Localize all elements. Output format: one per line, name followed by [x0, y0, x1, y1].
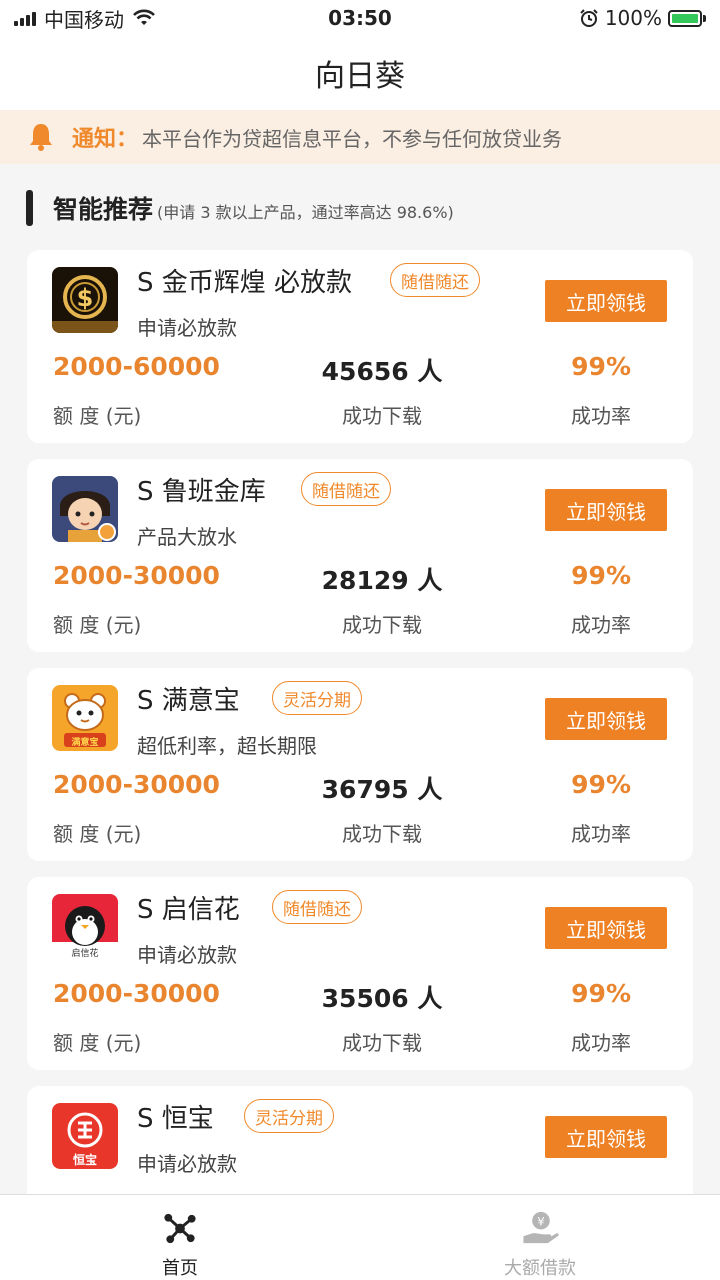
product-name: S 满意宝: [137, 686, 240, 716]
hengbao-logo-icon: 恒宝: [52, 1103, 118, 1169]
amount-range: 2000-30000: [53, 561, 220, 590]
notice-label: 通知：: [72, 127, 139, 152]
tab-bar: 首页 ¥ 大额借款: [0, 1194, 720, 1280]
rate-label: 成功率: [571, 822, 631, 846]
product-desc: 申请必放款: [137, 943, 237, 967]
get-money-button[interactable]: 立即领钱: [545, 280, 667, 322]
get-money-button[interactable]: 立即领钱: [545, 1116, 667, 1158]
svg-text:$: $: [77, 284, 94, 312]
get-money-button[interactable]: 立即领钱: [545, 907, 667, 949]
download-count: 45656 人: [321, 357, 443, 386]
battery-percent: 100%: [604, 6, 662, 30]
gold-coin-icon: $: [52, 267, 118, 333]
product-desc: 申请必放款: [137, 1152, 237, 1176]
amount-range: 2000-30000: [53, 979, 220, 1008]
penguin-icon: 启信花: [52, 894, 118, 960]
product-name: S 恒宝: [137, 1104, 214, 1134]
tab-home-label: 首页: [162, 1258, 198, 1279]
downloads-label: 成功下载: [342, 613, 422, 637]
luban-character-icon: [52, 476, 118, 542]
amount-label: 额 度 (元): [53, 822, 142, 846]
notice-text: 本平台作为贷超信息平台，不参与任何放贷业务: [142, 126, 563, 151]
tab-home[interactable]: 首页: [0, 1195, 360, 1280]
wifi-icon: [133, 9, 155, 25]
tiger-mascot-icon: 满意宝: [52, 685, 118, 751]
product-tag: 灵活分期: [272, 681, 362, 715]
product-desc: 产品大放水: [137, 525, 237, 549]
notice-banner: 通知： 本平台作为贷超信息平台，不参与任何放贷业务: [0, 110, 720, 164]
section-bar: [26, 190, 33, 226]
logo-text: 恒宝: [72, 1153, 97, 1167]
amount-label: 额 度 (元): [53, 404, 142, 428]
product-tag: 随借随还: [301, 472, 391, 506]
amount-label: 额 度 (元): [53, 1031, 142, 1055]
amount-range: 2000-30000: [53, 770, 220, 799]
rate-label: 成功率: [571, 1031, 631, 1055]
battery-icon: [668, 9, 706, 27]
product-name: S 金币辉煌 必放款: [137, 268, 353, 298]
product-name: S 启信花: [137, 895, 240, 925]
product-desc: 超低利率，超长期限: [137, 734, 317, 758]
get-money-button[interactable]: 立即领钱: [545, 698, 667, 740]
section-title: 智能推荐: [53, 195, 154, 224]
product-card[interactable]: $ S 金币辉煌 必放款 随借随还 申请必放款 立即领钱 2000-60000 …: [27, 250, 693, 443]
product-desc: 申请必放款: [137, 316, 237, 340]
success-rate: 99%: [571, 561, 631, 590]
amount-label: 额 度 (元): [53, 613, 142, 637]
svg-text:¥: ¥: [537, 1215, 544, 1229]
cell-signal-icon: [14, 10, 36, 26]
downloads-label: 成功下载: [342, 404, 422, 428]
download-count: 28129 人: [321, 566, 443, 595]
product-tag: 灵活分期: [244, 1099, 334, 1133]
carrier-label: 中国移动: [44, 7, 124, 32]
nav-bar: 向日葵: [0, 36, 720, 110]
tab-large-loan-label: 大额借款: [504, 1258, 576, 1279]
downloads-label: 成功下载: [342, 822, 422, 846]
download-count: 36795 人: [321, 775, 443, 804]
downloads-label: 成功下载: [342, 1031, 422, 1055]
rate-label: 成功率: [571, 613, 631, 637]
network-nodes-icon: [164, 1213, 196, 1244]
rate-label: 成功率: [571, 404, 631, 428]
bell-icon: [30, 124, 52, 151]
section-subtitle: (申请 3 款以上产品，通过率高达 98.6%): [157, 203, 454, 222]
status-bar: 中国移动 03:50 100%: [0, 0, 720, 36]
product-card[interactable]: 启信花 S 启信花 随借随还 申请必放款 立即领钱 2000-30000 355…: [27, 877, 693, 1070]
success-rate: 99%: [571, 979, 631, 1008]
alarm-clock-icon: [580, 9, 598, 27]
success-rate: 99%: [571, 352, 631, 381]
section-header: 智能推荐 (申请 3 款以上产品，通过率高达 98.6%): [26, 186, 694, 230]
product-list: $ S 金币辉煌 必放款 随借随还 申请必放款 立即领钱 2000-60000 …: [27, 250, 693, 1280]
product-card[interactable]: 满意宝 S 满意宝 灵活分期 超低利率，超长期限 立即领钱 2000-30000…: [27, 668, 693, 861]
product-tag: 随借随还: [390, 263, 480, 297]
logo-text: 启信花: [71, 949, 99, 959]
page-title: 向日葵: [315, 59, 405, 94]
product-name: S 鲁班金库: [137, 477, 266, 507]
logo-text: 满意宝: [71, 738, 99, 748]
amount-range: 2000-60000: [53, 352, 220, 381]
product-card[interactable]: S 鲁班金库 随借随还 产品大放水 立即领钱 2000-30000 28129 …: [27, 459, 693, 652]
success-rate: 99%: [571, 770, 631, 799]
hand-coin-icon: ¥: [523, 1211, 559, 1244]
product-tag: 随借随还: [272, 890, 362, 924]
get-money-button[interactable]: 立即领钱: [545, 489, 667, 531]
tab-large-loan[interactable]: ¥ 大额借款: [360, 1195, 720, 1280]
download-count: 35506 人: [321, 984, 443, 1013]
